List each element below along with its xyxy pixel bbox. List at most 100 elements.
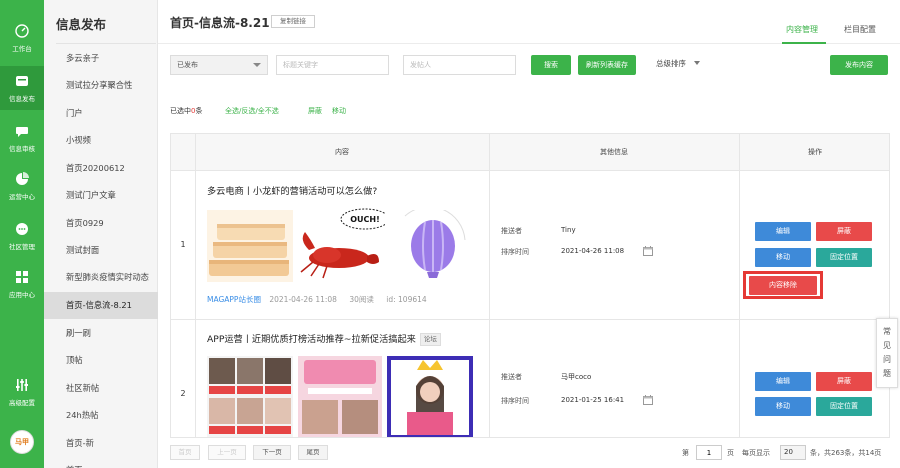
selection-prefix: 已选中	[170, 107, 191, 115]
move-button[interactable]: 移动	[755, 248, 811, 267]
hide-button[interactable]: 屏蔽	[816, 222, 872, 241]
status-select-value: 已发布	[177, 61, 198, 69]
per-page-select[interactable]: 20	[780, 445, 806, 460]
prev-page-button[interactable]: 上一页	[208, 445, 246, 460]
page-title: 首页-信息流-8.21	[170, 16, 270, 30]
sidebar-item[interactable]: 首页-新	[44, 430, 158, 457]
sort-dropdown[interactable]: 总级排序	[656, 58, 686, 69]
per-page-label: 每页显示	[742, 449, 770, 457]
pin-position-button[interactable]: 固定位置	[816, 397, 872, 416]
rail-label: 信息审核	[9, 145, 35, 153]
sidebar-item[interactable]: 首页20200612	[44, 155, 158, 182]
read-count: 30阅读	[349, 295, 374, 304]
sidebar-item-active[interactable]: 首页-信息流-8.21	[44, 292, 158, 319]
sidebar-item[interactable]: 新型肺炎疫情实时动态	[44, 264, 158, 291]
page-suffix: 页	[727, 449, 734, 457]
sort-time-label: 排序时间	[501, 397, 529, 405]
recommender-value: 马甲coco	[561, 373, 592, 381]
per-page-value: 20	[784, 448, 793, 456]
rail-item-dashboard[interactable]: 工作台	[0, 16, 44, 60]
thumbnail-balloon	[385, 210, 471, 282]
faq-float-button[interactable]: 常 见 问 题	[876, 318, 898, 388]
dashboard-icon	[14, 23, 30, 39]
sidebar-item[interactable]: 测试拉分享聚合性	[44, 72, 158, 99]
sidebar-item[interactable]: 24h热帖	[44, 402, 158, 429]
first-page-button[interactable]: 首页	[170, 445, 200, 460]
sidebar-item[interactable]: 顶帖	[44, 347, 158, 374]
sidebar-item[interactable]: 社区新帖	[44, 375, 158, 402]
header-cell-content: 内容	[195, 134, 489, 171]
sidebar-item[interactable]: 首页	[44, 457, 158, 468]
page-number-input[interactable]	[696, 445, 722, 460]
sidebar-item[interactable]: 刷一刷	[44, 320, 158, 347]
thumbnail-speech-bubble: OUCH!	[339, 208, 391, 232]
forum-tag: 论坛	[419, 333, 441, 346]
status-select[interactable]: 已发布	[170, 55, 268, 75]
sidebar-item[interactable]: 小视频	[44, 127, 158, 154]
publish-content-button[interactable]: 发布内容	[830, 55, 888, 75]
author-input[interactable]	[403, 55, 516, 75]
ouch-text: OUCH!	[350, 215, 380, 224]
publish-icon	[14, 73, 30, 89]
edit-button[interactable]: 编辑	[755, 222, 811, 241]
select-all-link[interactable]: 全选/反选/全不选	[225, 106, 279, 116]
rail-item-review[interactable]: 信息审核	[0, 116, 44, 160]
sidebar-item[interactable]: 门户	[44, 100, 158, 127]
chevron-down-icon[interactable]	[694, 61, 700, 65]
thumbnail-crown-poster	[387, 356, 473, 437]
refresh-cache-button[interactable]: 刷新列表缓存	[578, 55, 636, 75]
sidebar-item[interactable]: 测试门户文章	[44, 182, 158, 209]
next-page-button[interactable]: 下一页	[253, 445, 291, 460]
search-button[interactable]: 搜索	[531, 55, 571, 75]
sidebar-item[interactable]: 首页0929	[44, 210, 158, 237]
calendar-icon[interactable]	[643, 395, 653, 405]
rail-item-community[interactable]: 社区管理	[0, 214, 44, 258]
rail-label: 运营中心	[9, 193, 35, 201]
recommender-label: 推送者	[501, 227, 522, 235]
rail-item-apps[interactable]: 应用中心	[0, 262, 44, 306]
operations-icon	[14, 171, 30, 187]
rail-label: 高级配置	[9, 399, 35, 407]
column-divider	[195, 134, 196, 437]
sort-time-value: 2021-04-26 11:08	[561, 247, 625, 255]
channel-sidebar: 信息发布 多云亲子 测试拉分享聚合性 门户 小视频 首页20200612 测试门…	[44, 0, 158, 468]
edit-button[interactable]: 编辑	[755, 372, 811, 391]
hide-button[interactable]: 屏蔽	[816, 372, 872, 391]
keyword-input[interactable]	[276, 55, 389, 75]
faq-char: 问	[883, 355, 891, 364]
last-page-button[interactable]: 尾页	[298, 445, 328, 460]
thumbnail-pink-collage	[298, 356, 382, 437]
bulk-hide-link[interactable]: 屏蔽	[308, 106, 322, 116]
bulk-move-link[interactable]: 移动	[332, 106, 346, 116]
selection-suffix: 条	[195, 107, 203, 115]
faq-char: 见	[883, 341, 891, 350]
copy-link-button[interactable]: 复制链接	[271, 15, 315, 28]
avatar[interactable]: 马甲	[10, 430, 34, 454]
tab-column-config[interactable]: 栏目配置	[844, 24, 876, 35]
avatar-logo-text: 马甲	[15, 438, 29, 446]
article-title-link[interactable]: APP运营丨近期优质打榜活动推荐~拉新促活搞起来 论坛	[207, 331, 441, 346]
row-number: 1	[180, 240, 186, 249]
author-link[interactable]: MAGAPP站长圈	[207, 295, 261, 304]
apps-icon	[14, 269, 30, 285]
review-icon	[14, 123, 30, 139]
tab-content-manage[interactable]: 内容管理	[786, 24, 818, 35]
move-button[interactable]: 移动	[755, 397, 811, 416]
article-title-text: APP运营丨近期优质打榜活动推荐~拉新促活搞起来	[207, 334, 416, 345]
pin-position-button[interactable]: 固定位置	[816, 248, 872, 267]
calendar-icon[interactable]	[643, 246, 653, 256]
rail-item-operations[interactable]: 运营中心	[0, 164, 44, 208]
rail-item-advanced[interactable]: 高级配置	[0, 370, 44, 414]
publish-date: 2021-04-26 11:08	[269, 295, 337, 304]
pagination-summary: 条，共263条，共14页	[810, 449, 882, 457]
chevron-down-icon	[253, 63, 261, 67]
rail-item-publish[interactable]: 信息发布	[0, 66, 44, 110]
sidebar-item[interactable]: 测试封面	[44, 237, 158, 264]
article-title-link[interactable]: 多云电商丨小龙虾的营销活动可以怎么做?	[207, 183, 377, 197]
article-id: id: 109614	[386, 295, 427, 304]
sidebar-item[interactable]: 多云亲子	[44, 45, 158, 72]
thumbnail-books	[207, 210, 293, 282]
faq-char: 常	[883, 327, 891, 336]
faq-char: 题	[883, 369, 891, 378]
thumbnail-ranking-grid	[207, 356, 293, 437]
